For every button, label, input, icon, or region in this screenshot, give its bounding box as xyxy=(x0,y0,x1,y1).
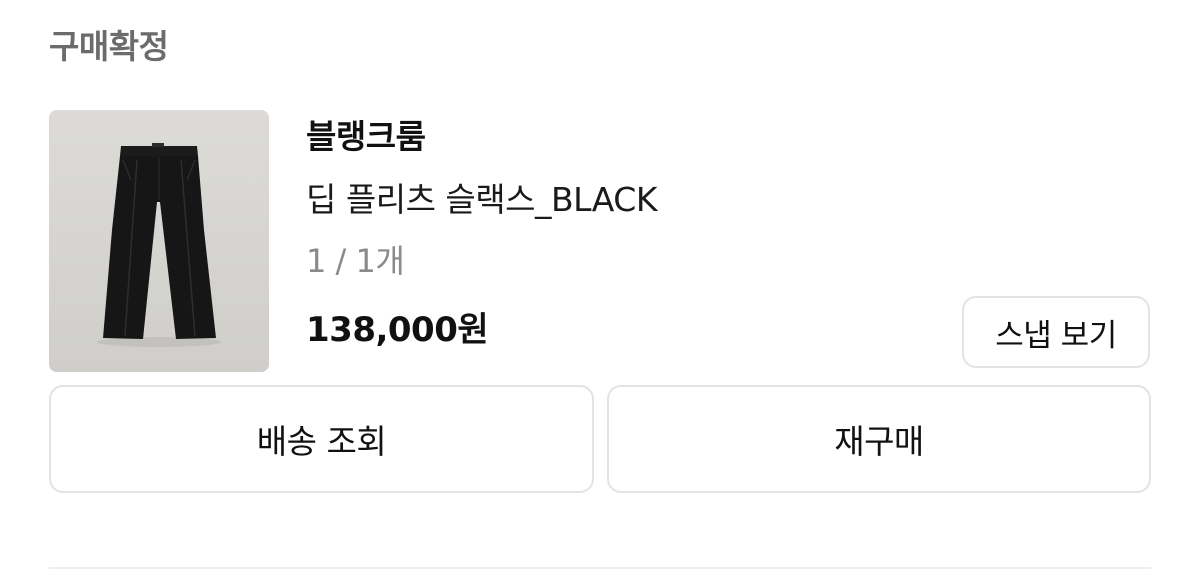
product-quantity: 1 / 1개 xyxy=(306,242,405,280)
section-divider xyxy=(49,567,1151,569)
black-pants-icon xyxy=(49,110,269,372)
product-price: 138,000원 xyxy=(306,310,489,350)
order-status-title: 구매확정 xyxy=(49,27,169,66)
rebuy-button[interactable]: 재구매 xyxy=(607,385,1151,493)
product-name[interactable]: 딥 플리츠 슬랙스_BLACK xyxy=(306,183,657,216)
track-shipping-button[interactable]: 배송 조회 xyxy=(49,385,594,493)
view-snap-button[interactable]: 스냅 보기 xyxy=(962,296,1150,368)
product-brand[interactable]: 블랭크룸 xyxy=(306,120,426,153)
product-image[interactable] xyxy=(49,110,269,372)
